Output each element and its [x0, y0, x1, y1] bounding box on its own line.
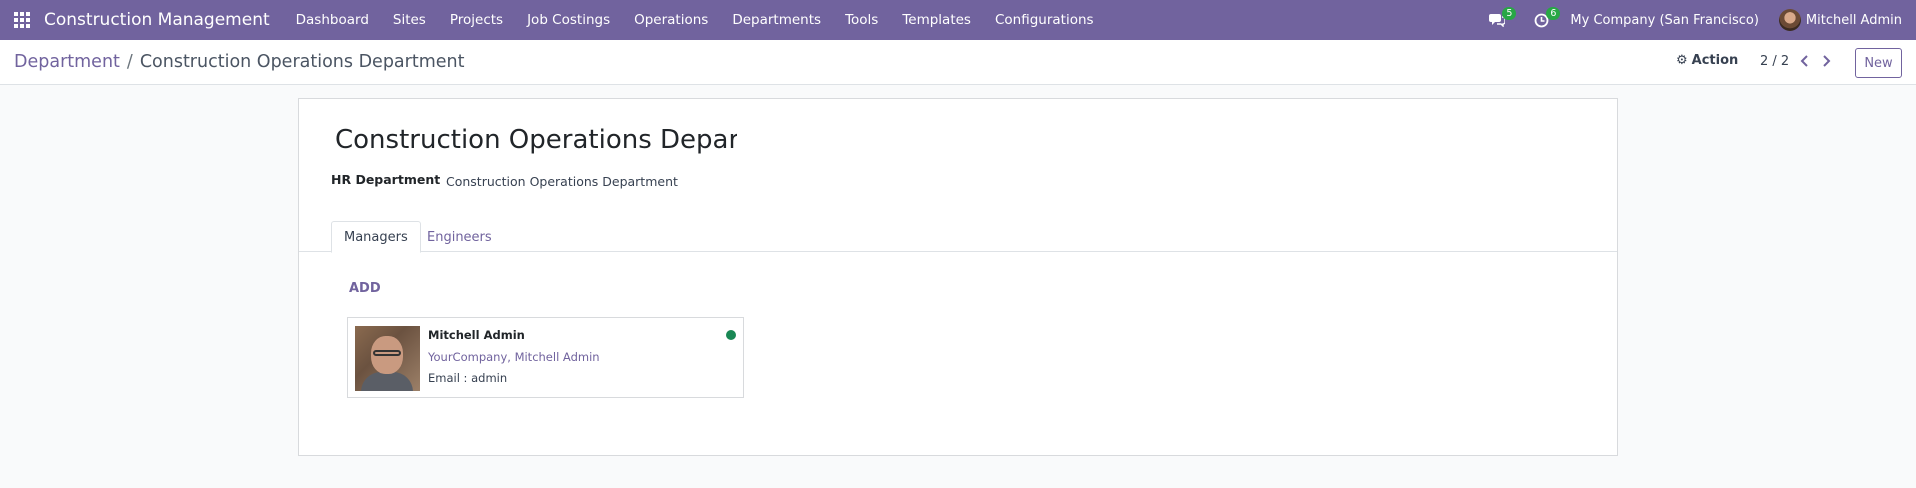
- notebook-tabs: Managers Engineers: [299, 221, 1617, 253]
- menu-item-projects[interactable]: Projects: [438, 12, 515, 28]
- menu-item-sites[interactable]: Sites: [381, 12, 438, 28]
- menu-item-dashboard[interactable]: Dashboard: [284, 12, 381, 28]
- hr-department-label: HR Department: [331, 172, 441, 187]
- activities-badge: 6: [1546, 7, 1561, 20]
- manager-email: Email : admin: [428, 371, 508, 385]
- company-switcher[interactable]: My Company (San Francisco): [1570, 13, 1758, 28]
- manager-card[interactable]: Mitchell Admin YourCompany, Mitchell Adm…: [347, 317, 744, 398]
- breadcrumb-department-link[interactable]: Department: [14, 52, 120, 72]
- gear-icon: ⚙: [1676, 53, 1688, 68]
- tab-managers[interactable]: Managers: [331, 221, 421, 253]
- user-name: Mitchell Admin: [1805, 12, 1902, 28]
- form-sheet: Construction Operations Department HR De…: [298, 98, 1618, 456]
- control-panel: Department / Construction Operations Dep…: [0, 40, 1916, 85]
- action-label: Action: [1691, 53, 1739, 68]
- menu-item-configurations[interactable]: Configurations: [983, 12, 1106, 28]
- pager-value[interactable]: 2 / 2: [1760, 54, 1789, 69]
- manager-company: YourCompany, Mitchell Admin: [428, 350, 600, 364]
- add-manager-button[interactable]: ADD: [349, 281, 381, 296]
- department-name-field[interactable]: Construction Operations Department: [335, 125, 737, 155]
- messages-badge: 5: [1502, 7, 1517, 20]
- activities-clock-icon[interactable]: 6: [1526, 0, 1561, 40]
- tab-engineers[interactable]: Engineers: [415, 221, 504, 253]
- pager-next-icon[interactable]: [1816, 49, 1836, 73]
- messages-icon[interactable]: 5: [1482, 0, 1517, 40]
- breadcrumb: Department / Construction Operations Dep…: [14, 52, 464, 72]
- main-menu: Dashboard Sites Projects Job Costings Op…: [284, 12, 1106, 28]
- menu-item-tools[interactable]: Tools: [833, 12, 890, 28]
- systray: 5 6 My Company (San Francisco) Mitchell …: [1482, 0, 1916, 40]
- user-avatar: [1778, 9, 1801, 31]
- menu-item-templates[interactable]: Templates: [890, 12, 983, 28]
- hr-department-field[interactable]: Construction Operations Department: [446, 174, 678, 189]
- app-menu-icon[interactable]: [0, 0, 44, 40]
- presence-status-icon: [726, 330, 736, 340]
- top-navbar: Construction Management Dashboard Sites …: [0, 0, 1916, 40]
- menu-item-job-costings[interactable]: Job Costings: [515, 12, 622, 28]
- action-button[interactable]: ⚙ Action: [1676, 53, 1738, 68]
- pager-previous-icon[interactable]: [1795, 49, 1815, 73]
- app-brand[interactable]: Construction Management: [44, 10, 270, 30]
- new-button[interactable]: New: [1855, 48, 1902, 78]
- breadcrumb-current: Construction Operations Department: [139, 52, 465, 72]
- manager-avatar: [355, 326, 420, 391]
- user-menu[interactable]: Mitchell Admin: [1778, 9, 1902, 31]
- menu-item-operations[interactable]: Operations: [622, 12, 720, 28]
- breadcrumb-separator: /: [126, 52, 133, 72]
- manager-name: Mitchell Admin: [428, 328, 525, 342]
- menu-item-departments[interactable]: Departments: [720, 12, 833, 28]
